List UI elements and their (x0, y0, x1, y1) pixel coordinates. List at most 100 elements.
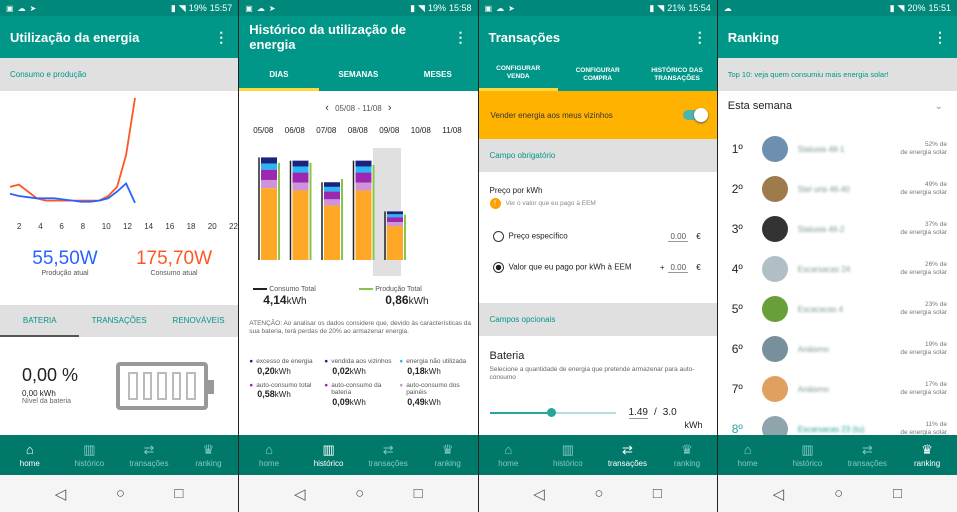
nav-historico-label: histórico (792, 458, 823, 468)
nav-transacoes[interactable]: ⇄ transações (598, 442, 656, 468)
opt1-label: Preço específico (508, 231, 568, 241)
more-menu-icon[interactable]: ⋮ (693, 29, 707, 46)
trophy-icon: ♛ (441, 441, 454, 457)
radio-eem[interactable] (492, 262, 504, 273)
tab-semanas[interactable]: SEMANAS (319, 58, 398, 91)
history-bar-chart (258, 148, 407, 276)
back-icon[interactable]: ◁ (773, 485, 785, 503)
required-section: Campo obrigatório (478, 139, 717, 172)
nav-home-label: home (498, 458, 519, 468)
recents-icon[interactable]: □ (174, 485, 183, 502)
status-bar: ▣ ☁ ➤ ▮ ◥ 19% 15:58 (239, 0, 478, 16)
battery-slider[interactable] (489, 408, 616, 417)
more-menu-icon[interactable]: ⋮ (214, 29, 228, 46)
nav-home[interactable]: ⌂ home (719, 442, 777, 468)
avatar (761, 136, 788, 162)
home-circle-icon[interactable]: ○ (355, 485, 364, 502)
nav-ranking[interactable]: ♛ ranking (658, 442, 716, 468)
slider-thumb[interactable] (547, 408, 557, 417)
chevron-right-icon[interactable]: › (388, 102, 392, 114)
nav-home[interactable]: ⌂ home (1, 442, 59, 468)
nav-home-label: home (259, 458, 280, 468)
producao-unit: kWh (408, 296, 429, 307)
recents-icon[interactable]: □ (414, 485, 423, 502)
back-icon[interactable]: ◁ (533, 485, 545, 503)
slider-unit: kWh (684, 420, 703, 430)
legend-unit: kWh (424, 397, 441, 407)
bar-segment (355, 166, 372, 173)
ranking-row[interactable]: 5º Escacacas 4 23% de de energia solar (718, 289, 957, 329)
ranking-row[interactable]: 3º Stalusia 46-2 37% de de energia solar (718, 209, 957, 249)
rank-pct-suffix: de energia solar (900, 149, 947, 156)
consumption-label: Consumo atual (150, 270, 198, 277)
tab-dias[interactable]: DIAS (239, 58, 319, 91)
nav-ranking[interactable]: ♛ ranking (179, 442, 237, 468)
period-tabs: DIAS SEMANAS MESES (239, 58, 478, 91)
nav-historico[interactable]: ▥ histórico (778, 442, 836, 468)
app-bar: Utilização da energia ⋮ (0, 16, 239, 58)
nav-home[interactable]: ⌂ home (240, 442, 298, 468)
home-circle-icon[interactable]: ○ (834, 485, 843, 502)
ranking-row[interactable]: 7º Anáismo 17% de de energia solar (718, 369, 957, 409)
sell-toggle[interactable] (682, 108, 708, 122)
more-menu-icon[interactable]: ⋮ (454, 29, 468, 46)
home-circle-icon[interactable]: ○ (116, 485, 125, 502)
screen-energy-usage: ▣ ☁ ➤ ▮ ◥ 19% 15:57 Utilização da energia ⋮ C… (0, 0, 240, 512)
nav-home[interactable]: ⌂ home (479, 442, 537, 468)
arrow-icon: ➤ (508, 3, 515, 13)
nav-historico[interactable]: ▥ histórico (300, 442, 358, 468)
tab-configurar-venda[interactable]: CONFIGURAR VENDA (478, 58, 558, 91)
production-value: 55,50W (32, 248, 98, 269)
info-icon: ! (489, 198, 501, 209)
week-selector[interactable]: Esta semana ⌄ (718, 91, 957, 121)
back-icon[interactable]: ◁ (294, 485, 306, 503)
cloud-icon: ☁ (496, 3, 505, 13)
more-menu-icon[interactable]: ⋮ (933, 29, 947, 46)
producao-legend-line (359, 288, 374, 291)
ranking-row[interactable]: 6º Anáismo 19% de de energia solar (718, 329, 957, 369)
tab-renovaveis[interactable]: RENOVÁVEIS (159, 305, 238, 337)
nav-transacoes[interactable]: ⇄ transações (838, 442, 896, 468)
nav-historico[interactable]: ▥ histórico (539, 442, 597, 468)
ranking-row[interactable]: 2º Stel uria 46-40 49% de de energia solar (718, 169, 957, 209)
recents-icon[interactable]: □ (893, 485, 902, 502)
nav-transacoes[interactable]: ⇄ transações (120, 442, 178, 468)
opt1-input[interactable]: 0.00 (668, 232, 689, 242)
date-range-picker: ‹ 05/08 - 11/08 › (239, 102, 477, 114)
bottom-nav: ⌂ home ▥ histórico ⇄ transações ♛ ranking (239, 435, 478, 475)
tab-historico-transacoes[interactable]: HISTÓRICO DAS TRANSAÇÕES (637, 58, 716, 91)
ranking-row[interactable]: 1º Stalusia 48-1 52% de de energia solar (718, 129, 957, 169)
signal-icon: ▮ (410, 2, 416, 13)
legend-dot: ● (324, 358, 329, 365)
nav-ranking[interactable]: ♛ ranking (419, 441, 477, 468)
system-nav: ◁ ○ □ (717, 475, 957, 512)
recents-icon[interactable]: □ (653, 485, 662, 502)
nav-transacoes[interactable]: ⇄ transações (359, 442, 417, 468)
radio-specific[interactable] (492, 231, 504, 242)
ranking-row[interactable]: 4º Escarsacas 24 26% de de energia solar (718, 249, 957, 289)
avatar (761, 256, 788, 282)
home-circle-icon[interactable]: ○ (594, 485, 603, 502)
back-icon[interactable]: ◁ (55, 485, 67, 503)
tab-meses[interactable]: MESES (398, 58, 477, 91)
nav-historico-label: histórico (552, 458, 583, 468)
slider-value[interactable]: 1.49 (628, 407, 648, 419)
info-link[interactable]: ! Ver o valor que eu pago à EEM (489, 198, 596, 209)
ranking-list: 1º Stalusia 48-1 52% de de energia solar 2º S… (718, 129, 957, 449)
legend-unit: kWh (349, 397, 366, 407)
tab-transacoes[interactable]: TRANSAÇÕES (79, 305, 158, 337)
optional-section: Campos opcionais (478, 303, 717, 336)
chevron-left-icon[interactable]: ‹ (325, 102, 329, 114)
tab-configurar-compra[interactable]: CONFIGURAR COMPRA (558, 58, 637, 91)
cloud-icon: ☁ (723, 3, 732, 13)
image-icon: ▣ (484, 3, 493, 13)
tab-bateria[interactable]: BATERIA (0, 305, 80, 337)
day-label: 11/08 (442, 126, 462, 135)
date-range: 05/08 - 11/08 (335, 104, 382, 113)
nav-ranking[interactable]: ♛ ranking (898, 442, 956, 468)
production-label: Produção atual (41, 270, 89, 277)
opt2-input[interactable]: 0.00 (668, 263, 689, 273)
rank-pct-value: 19% de (924, 341, 947, 348)
battery-cell (171, 372, 182, 400)
nav-historico[interactable]: ▥ histórico (60, 442, 118, 468)
